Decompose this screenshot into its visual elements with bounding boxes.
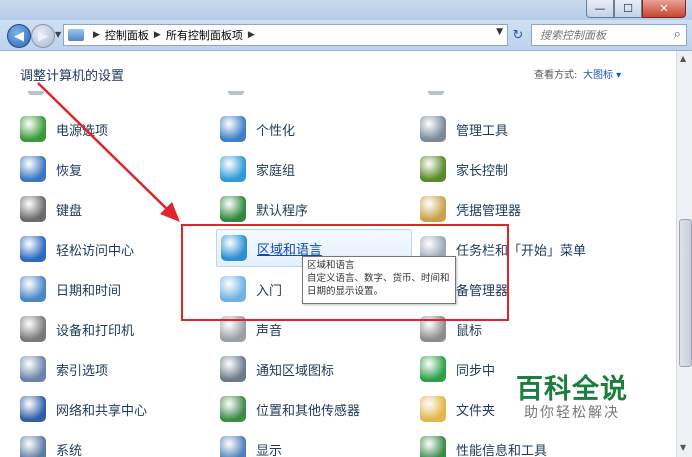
watermark-tagline: 助你轻松解决 [524, 405, 620, 421]
watermark-brand: 百科全说 [516, 374, 628, 405]
